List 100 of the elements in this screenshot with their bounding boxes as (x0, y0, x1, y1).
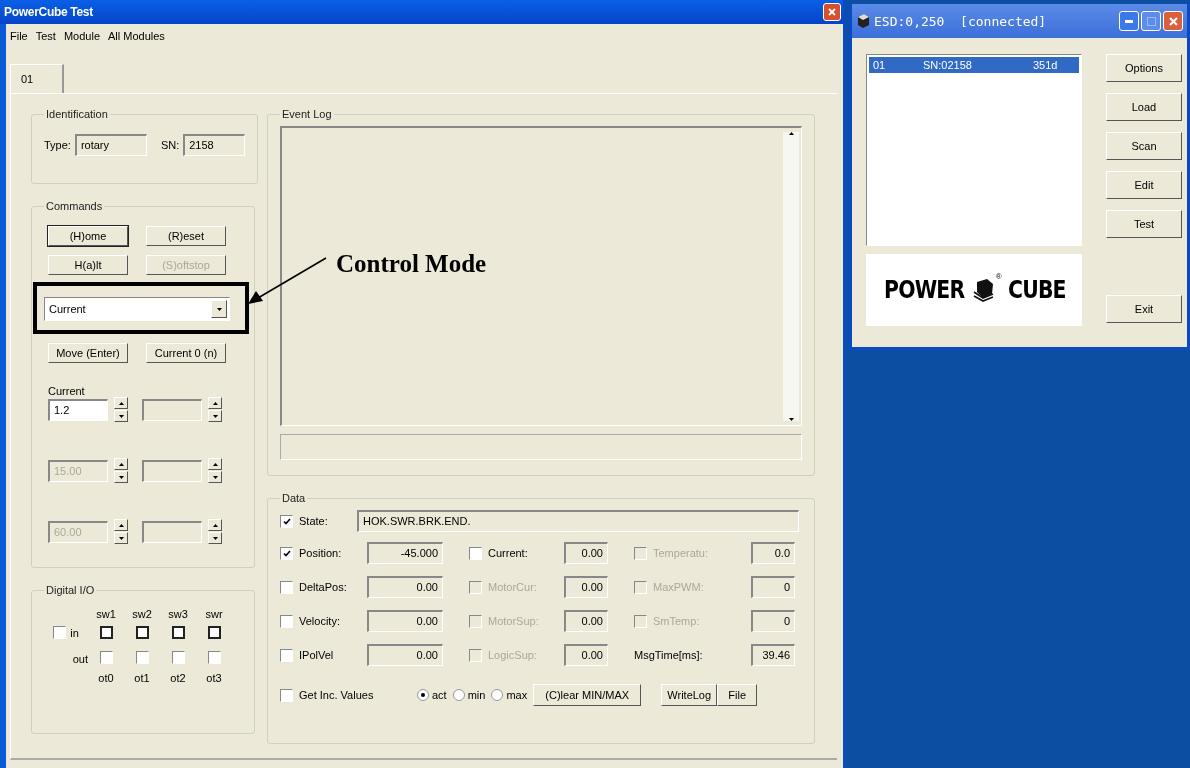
data-label: SmTemp: (653, 615, 701, 627)
up-arrow-icon (212, 462, 218, 466)
data-field: 0.00 (564, 644, 608, 666)
checkbox[interactable] (53, 626, 67, 639)
command-button[interactable]: (R)eset (146, 226, 226, 246)
clear-button[interactable]: (C)lear MIN/MAX (533, 684, 642, 706)
group-title: Identification (45, 108, 109, 120)
spin-down-button[interactable] (208, 471, 222, 483)
spin-down-button[interactable] (208, 532, 222, 544)
switch-indicator (171, 626, 185, 639)
spin-down-button[interactable] (114, 532, 128, 544)
file-button[interactable]: File (717, 684, 758, 706)
side-button[interactable]: Scan (1106, 132, 1182, 160)
checkbox[interactable] (207, 651, 221, 664)
maximize-button[interactable] (1141, 11, 1161, 31)
checkbox[interactable] (99, 651, 113, 664)
up-arrow-icon (118, 523, 124, 527)
down-arrow-icon (212, 414, 218, 418)
close-icon (828, 8, 836, 16)
state-label: State: (299, 515, 329, 527)
minimize-button[interactable] (1119, 11, 1139, 31)
out-label: out (72, 652, 88, 665)
up-arrow-icon (118, 401, 124, 405)
command-button[interactable]: Current 0 (n) (146, 343, 226, 363)
spin-up-button[interactable] (208, 397, 222, 409)
switch-indicator (99, 626, 113, 639)
spin-up-button[interactable] (114, 397, 128, 409)
checkbox[interactable] (280, 546, 293, 560)
type-label: Type: (44, 139, 71, 151)
radio-label: min (467, 689, 486, 701)
spin-up-button[interactable] (114, 519, 128, 531)
up-arrow-icon (118, 462, 124, 466)
close-icon (1168, 16, 1178, 26)
checkbox[interactable] (280, 580, 293, 594)
state-field: HOK.SWR.BRK.END. (357, 510, 799, 532)
command-button[interactable]: H(a)lt (48, 255, 128, 275)
down-arrow-icon (788, 418, 794, 421)
menu-item[interactable]: All Modules (108, 30, 165, 42)
menu-item[interactable]: Module (63, 30, 100, 42)
side-button[interactable]: Load (1106, 93, 1182, 121)
write-log-button[interactable]: WriteLog (661, 684, 718, 706)
checkbox[interactable] (280, 514, 293, 528)
close-button[interactable] (823, 3, 841, 21)
checkbox[interactable] (469, 546, 482, 560)
checkbox[interactable] (171, 651, 185, 664)
spin-down-button[interactable] (114, 410, 128, 422)
dropdown-button[interactable] (211, 300, 227, 318)
exit-button[interactable]: Exit (1106, 295, 1182, 323)
checkbox[interactable] (280, 688, 293, 702)
checkbox[interactable] (280, 648, 293, 662)
spin-down-button[interactable] (114, 471, 128, 483)
window-title: PowerCube Test (4, 5, 93, 19)
sn-field: 2158 (183, 134, 246, 156)
down-arrow-icon (118, 536, 124, 540)
menu-item[interactable]: Test (35, 30, 56, 42)
data-label: IPolVel (299, 649, 335, 661)
mode-dropdown[interactable]: Current (44, 297, 230, 321)
spin-up-button[interactable] (208, 519, 222, 531)
data-label: MotorCur: (488, 581, 538, 593)
checkbox[interactable] (135, 651, 149, 664)
output-label: ot1 (134, 672, 150, 684)
side-button[interactable]: Options (1106, 54, 1182, 82)
data-field: 0.00 (564, 576, 608, 598)
down-arrow-icon (118, 475, 124, 479)
output-label: ot3 (206, 672, 222, 684)
menu-item[interactable]: File (10, 30, 28, 42)
checkbox[interactable] (280, 614, 293, 628)
side-button[interactable]: Test (1106, 210, 1182, 238)
data-field: 0.0 (751, 542, 795, 564)
output-label: ot2 (170, 672, 186, 684)
radio-label: max (506, 689, 528, 701)
up-arrow-icon (788, 132, 794, 135)
up-arrow-icon (212, 401, 218, 405)
spin-up-button[interactable] (208, 458, 222, 470)
output-label: ot0 (98, 672, 114, 684)
side-button[interactable]: Edit (1106, 171, 1182, 199)
data-field: 0.00 (564, 542, 608, 564)
data-label: MaxPWM: (653, 581, 705, 593)
group-title: Data (281, 492, 307, 504)
spin-down-button[interactable] (208, 410, 222, 422)
switch-label: sw1 (96, 608, 116, 620)
radio-button[interactable] (417, 689, 429, 701)
down-arrow-icon (118, 414, 124, 418)
command-button[interactable]: (H)ome (48, 226, 128, 246)
down-arrow-icon (216, 307, 222, 311)
radio-button[interactable] (491, 689, 504, 701)
scrollbar[interactable] (783, 132, 799, 421)
data-field: 39.46 (751, 644, 795, 666)
radio-button[interactable] (452, 689, 465, 701)
close-button[interactable] (1163, 11, 1183, 31)
data-label: DeltaPos: (299, 581, 348, 593)
command-button[interactable]: Move (Enter) (48, 343, 128, 363)
spin-up-button[interactable] (114, 458, 128, 470)
maximize-icon (1146, 16, 1156, 26)
annotation-text: Control Mode (336, 250, 487, 278)
down-arrow-icon (212, 536, 218, 540)
module-row[interactable]: 01 SN:02158 351d (869, 57, 1079, 73)
sn-label: SN: (160, 139, 180, 151)
number-field[interactable]: 1.2 (48, 398, 108, 421)
tab[interactable]: 01 (10, 64, 64, 93)
